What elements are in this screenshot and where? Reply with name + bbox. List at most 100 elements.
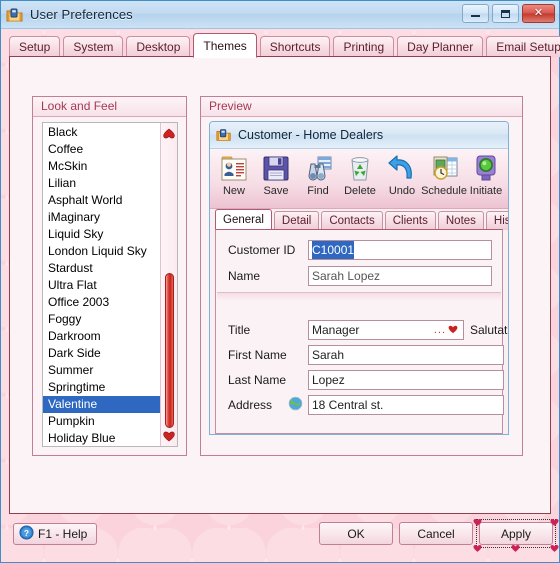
help-button[interactable]: ? F1 - Help: [13, 523, 98, 545]
list-item[interactable]: Office 2003: [43, 294, 161, 311]
recycle-bin-icon: [344, 152, 376, 184]
customer-tab-strip: General Detail Contacts Clients Notes Hi…: [215, 208, 508, 231]
list-item-selected[interactable]: Valentine: [43, 396, 161, 413]
list-item[interactable]: Holiday Blue: [43, 430, 161, 446]
tab-email-setup[interactable]: Email Setup: [486, 36, 560, 57]
list-item[interactable]: London Liquid Sky: [43, 243, 161, 260]
first-name-value: Sarah: [312, 348, 345, 362]
toolbar-label: Initiate: [469, 185, 503, 197]
list-item[interactable]: Foggy: [43, 311, 161, 328]
close-icon: ✕: [533, 7, 544, 19]
list-item[interactable]: Lilian: [43, 175, 161, 192]
apply-button[interactable]: Apply: [473, 519, 559, 552]
scrollbar-thumb[interactable]: [165, 273, 174, 428]
toolbar-label: Undo: [388, 185, 416, 197]
cancel-button-label: Cancel: [417, 526, 455, 541]
heart-down-icon[interactable]: [161, 428, 177, 444]
toolbar-button-new[interactable]: New: [213, 152, 255, 197]
name-input[interactable]: Sarah Lopez: [308, 266, 492, 286]
inner-tab-clients[interactable]: Clients: [384, 211, 436, 230]
toolbar-button-undo[interactable]: Undo: [381, 152, 423, 197]
restore-button[interactable]: [492, 4, 519, 23]
preview-title-bar: Customer - Home Dealers: [210, 122, 508, 149]
title-label: Title: [228, 323, 251, 337]
list-item[interactable]: Liquid Sky: [43, 226, 161, 243]
inner-tab-detail[interactable]: Detail: [273, 211, 320, 230]
toolbar-button-schedule[interactable]: Schedule: [421, 152, 467, 197]
tab-desktop[interactable]: Desktop: [126, 36, 191, 57]
list-item[interactable]: Springtime: [43, 379, 161, 396]
last-name-input[interactable]: Lopez: [308, 370, 504, 390]
cancel-button[interactable]: Cancel: [399, 522, 473, 545]
list-item[interactable]: Pumpkin: [43, 413, 161, 430]
name-label: Name: [228, 269, 261, 283]
inner-tab-notes[interactable]: Notes: [437, 211, 484, 230]
traffic-light-icon: [470, 152, 502, 184]
window-body: Setup System Desktop Themes Shortcuts Pr…: [1, 29, 560, 562]
toolbar-button-find[interactable]: Find: [297, 152, 339, 197]
list-item[interactable]: Dark Side: [43, 345, 161, 362]
list-item[interactable]: Summer: [43, 362, 161, 379]
toolbar-label: Save: [263, 185, 289, 197]
restore-icon: [501, 9, 510, 18]
list-item[interactable]: McSkin: [43, 158, 161, 175]
tab-label: System: [73, 40, 114, 54]
tab-day-planner[interactable]: Day Planner: [397, 36, 484, 57]
floppy-disk-icon: [260, 152, 292, 184]
preview-group: Preview Customer - Home Dealers New Save…: [200, 96, 523, 456]
address-input[interactable]: 18 Central st.: [308, 395, 504, 415]
inner-tab-label: Hist: [493, 215, 508, 227]
list-item[interactable]: Asphalt World: [43, 192, 161, 209]
inner-tab-label: Notes: [445, 215, 476, 227]
svg-text:?: ?: [24, 528, 29, 538]
toolbar-button-save[interactable]: Save: [255, 152, 297, 197]
globe-icon[interactable]: [288, 396, 303, 414]
toolbar-button-delete[interactable]: Delete: [339, 152, 381, 197]
theme-list-scrollbar[interactable]: [160, 123, 177, 446]
tab-label: Themes: [203, 38, 247, 53]
list-item[interactable]: Coffee: [43, 141, 161, 158]
inner-tab-label: General: [223, 214, 264, 226]
heart-up-icon[interactable]: [161, 125, 177, 141]
undo-arrow-icon: [386, 152, 418, 184]
inner-tab-label: Detail: [281, 215, 312, 227]
preferences-tab-strip: Setup System Desktop Themes Shortcuts Pr…: [9, 33, 560, 58]
minimize-button[interactable]: [462, 4, 489, 23]
tab-themes[interactable]: Themes: [193, 33, 257, 58]
tab-shortcuts[interactable]: Shortcuts: [259, 36, 331, 57]
inner-tab-contacts[interactable]: Contacts: [321, 211, 383, 230]
heart-decoration-icon: [550, 542, 559, 552]
tab-system[interactable]: System: [63, 36, 124, 57]
heart-decoration-icon: [473, 516, 482, 526]
list-item[interactable]: Stardust: [43, 260, 161, 277]
ok-button[interactable]: OK: [319, 522, 393, 545]
first-name-input[interactable]: Sarah: [308, 345, 504, 365]
customer-general-form: Customer ID C10001 Name Sarah Lopez Titl…: [215, 229, 508, 434]
heart-dropdown-icon[interactable]: [448, 321, 460, 339]
list-item[interactable]: Ultra Flat: [43, 277, 161, 294]
list-item[interactable]: Black: [43, 124, 161, 141]
toolbar-button-initiate[interactable]: Initiate: [465, 152, 507, 197]
list-item[interactable]: iMaginary: [43, 209, 161, 226]
tab-label: Printing: [343, 40, 385, 54]
last-name-label: Last Name: [228, 373, 287, 387]
close-button[interactable]: ✕: [522, 4, 555, 23]
inner-tab-general[interactable]: General: [215, 209, 272, 231]
apply-button-label: Apply: [500, 526, 532, 541]
tab-printing[interactable]: Printing: [333, 36, 395, 57]
address-value: 18 Central st.: [312, 398, 384, 412]
title-ellipsis-button[interactable]: ...: [434, 321, 448, 339]
heart-decoration-icon: [550, 516, 559, 526]
preview-title: Preview: [201, 97, 522, 117]
tab-setup[interactable]: Setup: [9, 36, 61, 57]
title-input[interactable]: Manager ...: [308, 320, 464, 340]
theme-list[interactable]: Black Coffee McSkin Lilian Asphalt World…: [42, 122, 178, 447]
customer-id-input[interactable]: C10001: [308, 240, 492, 260]
list-item[interactable]: Darkroom: [43, 328, 161, 345]
inner-tab-history[interactable]: Hist: [485, 211, 508, 230]
heart-decoration-icon: [473, 542, 482, 552]
binoculars-icon: [302, 152, 334, 184]
new-record-icon: [218, 152, 250, 184]
window-title: User Preferences: [30, 7, 133, 22]
question-mark-icon: ?: [19, 525, 34, 543]
